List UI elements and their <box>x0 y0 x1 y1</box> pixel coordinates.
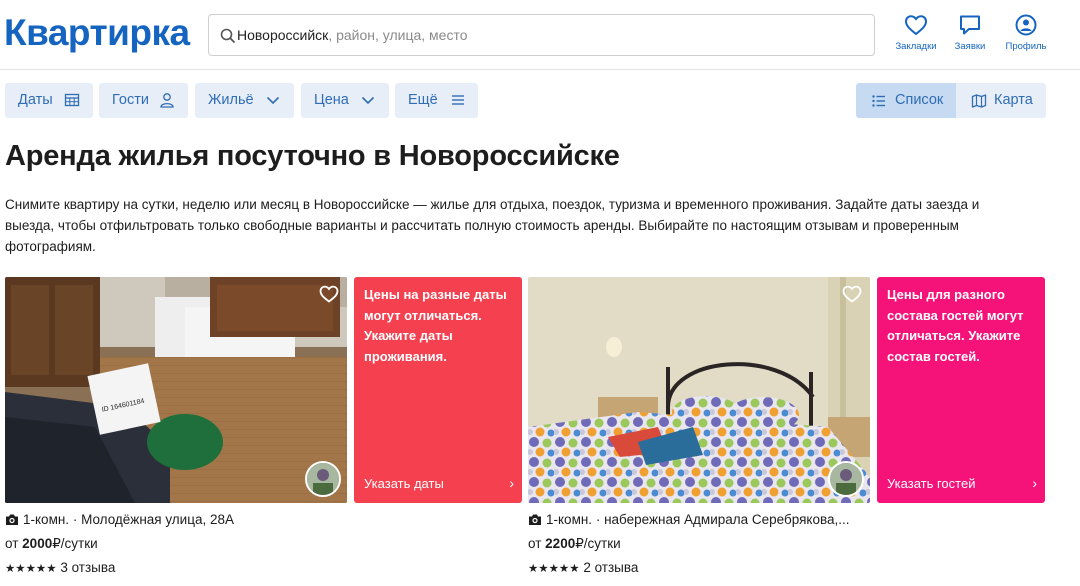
heart-icon <box>904 15 928 36</box>
rating-stars-icon: ★★★★★ <box>5 563 57 575</box>
filter-price-button[interactable]: Цена <box>301 83 389 118</box>
review-count: 2 отзыва <box>583 560 639 575</box>
price-suffix: ₽/сутки <box>575 536 621 551</box>
search-box[interactable]: Новороссийск, район, улица, место <box>208 14 875 56</box>
favorite-heart-icon[interactable] <box>842 285 862 303</box>
view-toggle: Список Карта <box>856 83 1046 118</box>
owner-avatar[interactable] <box>828 461 864 497</box>
filter-bar: Даты Гости Жильё Цена Ещё Список Карта <box>0 83 1080 119</box>
set-dates-label: Указать даты <box>364 476 444 491</box>
price-suffix: ₽/сутки <box>52 536 98 551</box>
profile-label: Профиль <box>1005 41 1047 52</box>
list-view-label: Список <box>895 92 944 108</box>
favorite-heart-icon[interactable] <box>319 285 339 303</box>
site-header: Квартирка Новороссийск, район, улица, ме… <box>0 0 1080 70</box>
listing-rooms: 1-комн. <box>546 512 593 527</box>
set-guests-label: Указать гостей <box>887 476 976 491</box>
profile-button[interactable]: Профиль <box>1001 14 1051 56</box>
listing-address: набережная Адмирала Серебрякова,... <box>604 512 850 527</box>
menu-lines-icon <box>452 95 464 105</box>
filter-guests-button[interactable]: Гости <box>99 83 188 118</box>
filter-dates-button[interactable]: Даты <box>5 83 93 118</box>
listing-rating[interactable]: ★★★★★ 3 отзыва <box>5 560 115 575</box>
chevron-right-icon: › <box>509 475 514 491</box>
list-icon <box>872 95 885 107</box>
camera-icon <box>6 514 18 525</box>
owner-avatar[interactable] <box>305 461 341 497</box>
map-view-button[interactable]: Карта <box>956 83 1046 118</box>
filter-more-button[interactable]: Ещё <box>395 83 478 118</box>
bookmarks-button[interactable]: Закладки <box>891 14 941 56</box>
promo-guests-text: Цены для разного состава гостей могут от… <box>887 287 1024 364</box>
listing-photo[interactable]: ID 164601184 <box>5 277 347 503</box>
price-prefix: от <box>528 536 542 551</box>
chat-icon <box>960 15 980 35</box>
page-intro: Снимите квартиру на сутки, неделю или ме… <box>5 197 980 254</box>
person-icon <box>160 93 174 108</box>
listing-address: Молодёжная улица, 28А <box>81 512 234 527</box>
search-hint: , район, улица, место <box>328 27 468 43</box>
map-icon <box>971 94 987 108</box>
map-view-label: Карта <box>994 92 1033 108</box>
chevron-right-icon: › <box>1032 475 1037 491</box>
site-logo[interactable]: Квартирка <box>4 12 190 54</box>
requests-label: Заявки <box>954 41 986 52</box>
price-prefix: от <box>5 536 19 551</box>
filter-price-label: Цена <box>314 92 349 108</box>
price-value: 2200 <box>545 536 576 551</box>
search-icon <box>220 28 235 43</box>
filter-more-label: Ещё <box>408 92 438 108</box>
filter-housing-button[interactable]: Жильё <box>195 83 294 118</box>
promo-dates-text: Цены на разные даты могут отличаться. Ук… <box>364 287 507 364</box>
search-input[interactable]: Новороссийск, район, улица, место <box>237 27 468 43</box>
camera-icon <box>529 514 541 525</box>
filter-housing-label: Жильё <box>208 92 254 108</box>
room-photo-image: ID 164601184 <box>5 277 347 503</box>
requests-button[interactable]: Заявки <box>945 14 995 56</box>
listing-price: от 2000₽/сутки <box>5 536 98 552</box>
user-icon <box>1015 14 1037 36</box>
rating-stars-icon: ★★★★★ <box>528 563 580 575</box>
calendar-icon <box>64 93 80 107</box>
room-photo-image <box>528 277 870 503</box>
filter-dates-label: Даты <box>18 92 53 108</box>
review-count: 3 отзыва <box>60 560 116 575</box>
listing-rating[interactable]: ★★★★★ 2 отзыва <box>528 560 638 575</box>
listing-photo[interactable] <box>528 277 870 503</box>
price-value: 2000 <box>22 536 53 551</box>
listing-price: от 2200₽/сутки <box>528 536 621 552</box>
chevron-down-icon <box>266 96 280 105</box>
search-value: Новороссийск <box>237 27 329 43</box>
set-guests-link[interactable]: Указать гостей › <box>887 475 1037 491</box>
promo-dates-card: Цены на разные даты могут отличаться. Ук… <box>354 277 522 503</box>
page-title: Аренда жилья посуточно в Новороссийске <box>5 140 620 172</box>
listing-title[interactable]: 1-комн. · Молодёжная улица, 28А <box>5 512 234 527</box>
filter-guests-label: Гости <box>112 92 149 108</box>
chevron-down-icon <box>361 96 375 105</box>
listing-title[interactable]: 1-комн. · набережная Адмирала Серебряков… <box>528 512 850 527</box>
bookmarks-label: Закладки <box>895 41 937 52</box>
promo-guests-card: Цены для разного состава гостей могут от… <box>877 277 1045 503</box>
list-view-button[interactable]: Список <box>856 83 956 118</box>
set-dates-link[interactable]: Указать даты › <box>364 475 514 491</box>
listing-rooms: 1-комн. <box>23 512 70 527</box>
